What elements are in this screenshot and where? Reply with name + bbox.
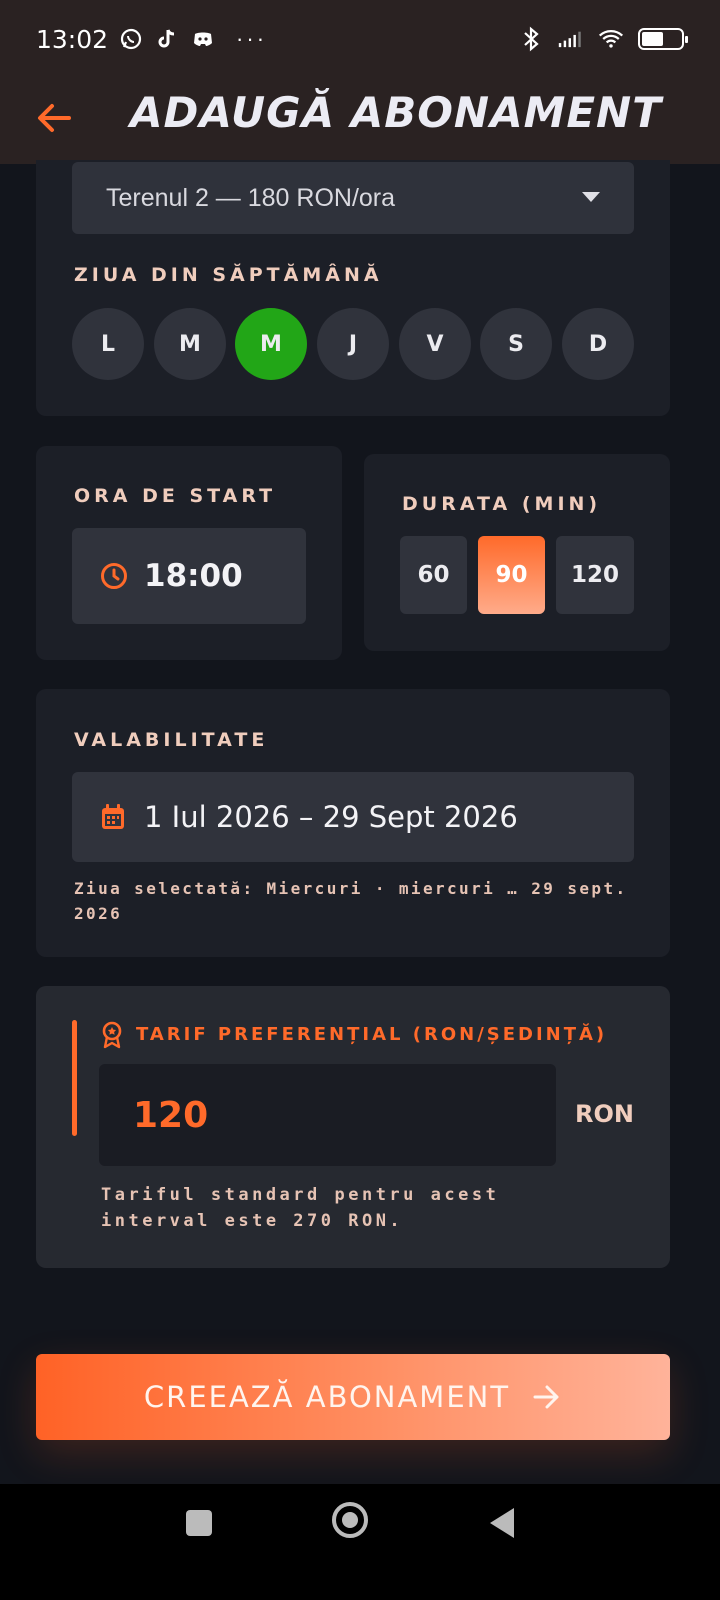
status-time: 13:02 <box>36 24 109 54</box>
weekday-label: ZIUA DIN SĂPTĂMÂNĂ <box>74 264 383 286</box>
duration-label: DURATA (MIN) <box>402 493 602 515</box>
chevron-down-icon <box>582 192 600 202</box>
standard-rate-note: Tariful standard pentru acest interval e… <box>101 1185 500 1231</box>
arrow-right-icon <box>532 1384 562 1410</box>
wifi-icon <box>598 26 624 52</box>
status-bar: 13:02 ··· <box>0 0 720 78</box>
signal-icon <box>558 26 584 52</box>
preferential-rate-input[interactable]: 120 <box>99 1064 556 1166</box>
day-button-miercuri[interactable]: M <box>235 308 307 380</box>
start-time-value: 18:00 <box>144 558 243 594</box>
day-button-sambata[interactable]: S <box>480 308 552 380</box>
day-button-joi[interactable]: J <box>317 308 389 380</box>
arrow-left-icon <box>38 104 71 132</box>
calendar-icon <box>102 804 124 829</box>
system-nav-bar <box>0 1484 720 1600</box>
create-subscription-label: CREEAZĂ ABONAMENT <box>143 1380 511 1414</box>
more-notifications-icon: ··· <box>236 26 268 51</box>
page-title: ADAUGĂ ABONAMENT <box>130 88 662 137</box>
start-time-picker[interactable]: 18:00 <box>72 528 306 624</box>
duration-option-120[interactable]: 120 <box>556 536 634 614</box>
whatsapp-icon <box>118 26 144 52</box>
accent-bar <box>72 1020 77 1136</box>
validity-label: VALABILITATE <box>74 729 269 751</box>
day-button-vineri[interactable]: V <box>399 308 471 380</box>
tiktok-icon <box>154 26 180 52</box>
court-select-value: Terenul 2 — 180 RON/ora <box>106 183 396 212</box>
preferential-rate-label: TARIF PREFERENȚIAL (RON/ȘEDINȚĂ) <box>136 1024 608 1045</box>
create-subscription-button[interactable]: CREEAZĂ ABONAMENT <box>36 1354 670 1440</box>
system-back-button[interactable] <box>490 1508 514 1538</box>
selected-day-note: Ziua selectată: Miercuri · miercuri … 29… <box>74 879 628 923</box>
duration-option-90[interactable]: 90 <box>478 536 545 614</box>
start-time-label: ORA DE START <box>74 485 277 507</box>
app-header: ADAUGĂ ABONAMENT <box>0 78 720 164</box>
day-button-duminica[interactable]: D <box>562 308 634 380</box>
bluetooth-icon <box>518 26 544 52</box>
currency-unit: RON <box>575 1100 634 1128</box>
duration-option-60[interactable]: 60 <box>400 536 467 614</box>
badge-icon <box>102 1021 122 1049</box>
clock-icon <box>101 563 127 589</box>
day-button-luni[interactable]: L <box>72 308 144 380</box>
discord-icon <box>190 26 216 52</box>
home-button[interactable] <box>332 1502 368 1538</box>
day-button-marti[interactable]: M <box>154 308 226 380</box>
court-select[interactable]: Terenul 2 — 180 RON/ora <box>72 162 634 234</box>
date-range-picker[interactable]: 1 Iul 2026 – 29 Sept 2026 <box>72 772 634 862</box>
battery-icon <box>638 28 688 50</box>
recents-button[interactable] <box>186 1510 212 1536</box>
back-button[interactable] <box>32 96 76 140</box>
date-range-value: 1 Iul 2026 – 29 Sept 2026 <box>144 800 518 834</box>
